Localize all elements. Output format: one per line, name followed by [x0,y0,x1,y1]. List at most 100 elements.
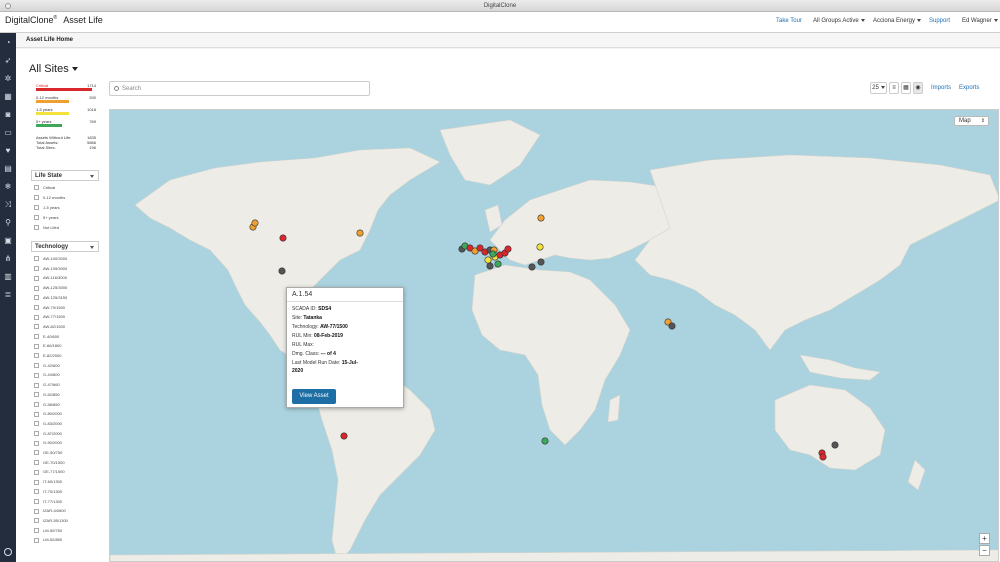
zoom-in-button[interactable]: + [979,533,990,544]
checkbox-box[interactable] [34,479,39,485]
checkbox-box[interactable] [34,304,39,310]
technology-checkbox[interactable]: AW-100/3000 [34,256,67,263]
checkbox-box[interactable] [34,353,39,359]
groups-dropdown[interactable]: All Groups Active [813,18,865,24]
technology-checkbox[interactable]: G-42/600 [34,363,60,370]
rocket-icon[interactable]: ➶ [4,57,12,65]
asset-marker[interactable] [537,258,545,266]
shuffle-icon[interactable]: ⤨ [4,201,12,209]
checkbox-box[interactable] [34,411,39,417]
cogs-icon[interactable]: ✲ [4,75,12,83]
checkbox-box[interactable] [34,215,39,221]
map-type-select[interactable]: Map ⇕ [954,116,989,126]
support-link[interactable]: Support [929,18,950,24]
asset-marker[interactable] [668,322,676,330]
checkbox-box[interactable] [34,205,39,211]
exports-link[interactable]: Exports [959,85,979,91]
checkbox-box[interactable] [34,498,39,504]
checkbox-box[interactable] [34,343,39,349]
settings-icon[interactable] [4,548,12,556]
list-view-button[interactable]: ≡ [889,82,899,94]
checkbox-box[interactable] [34,469,39,475]
asset-marker[interactable] [484,256,492,264]
org-dropdown[interactable]: Acciona Energy [873,18,922,24]
technology-checkbox[interactable]: G-87/2000 [34,431,62,438]
technology-checkbox[interactable]: G-44/600 [34,372,60,379]
checkbox-box[interactable] [34,314,39,320]
world-map[interactable]: Map ⇕ + − [109,109,999,562]
sitemap-icon[interactable]: ⋔ [4,255,12,263]
checkbox-box[interactable] [34,528,39,534]
brand-logo[interactable]: DigitalClone® Asset Life [5,15,103,25]
life-state-filter-header[interactable]: Life State [31,170,99,181]
camera-icon[interactable]: ◙ [4,111,12,119]
checkbox-box[interactable] [34,275,39,281]
bus-icon[interactable]: ▣ [4,237,12,245]
checkbox-box[interactable] [34,440,39,446]
technology-checkbox[interactable]: IT-60/1300 [34,479,62,486]
archive-icon[interactable]: ▤ [4,165,12,173]
technology-checkbox[interactable]: GE-50/750 [34,450,62,457]
technology-checkbox[interactable]: G-52/850 [34,392,60,399]
technology-checkbox[interactable]: IZAR-44/600 [34,508,66,515]
asset-marker[interactable] [279,234,287,242]
technology-checkbox[interactable]: E-40/600 [34,334,59,341]
checkbox-box[interactable] [34,431,39,437]
asset-marker[interactable] [340,432,348,440]
site-selector[interactable]: All Sites [29,63,78,75]
technology-checkbox[interactable]: IZAR-55/1300 [34,518,68,525]
map-view-button[interactable]: ◉ [913,82,923,94]
snowflake-icon[interactable]: ❄ [4,183,12,191]
technology-checkbox[interactable]: AW-70/1500 [34,305,65,312]
checkbox-box[interactable] [34,266,39,272]
technology-checkbox[interactable]: LM-50/750 [34,528,62,535]
wind-turbine-icon[interactable]: ⚲ [4,219,12,227]
asset-marker[interactable] [528,263,536,271]
life-state-checkbox[interactable]: Not Lifed [34,225,59,232]
life-state-checkbox[interactable]: Critical [34,185,55,192]
window-control-icon[interactable] [5,3,11,9]
checkbox-box[interactable] [34,295,39,301]
calculator-icon[interactable]: ▦ [4,93,12,101]
search-input[interactable]: Search [109,81,370,96]
checkbox-box[interactable] [34,225,39,231]
checkbox-box[interactable] [34,401,39,407]
asset-marker[interactable] [251,219,259,227]
technology-checkbox[interactable]: AW-82/1500 [34,324,65,331]
asset-marker[interactable] [819,453,827,461]
technology-checkbox[interactable]: E-66/1800 [34,343,61,350]
database-icon[interactable]: ≣ [4,291,12,299]
technology-checkbox[interactable]: G-83/2000 [34,421,62,428]
asset-marker[interactable] [278,267,286,275]
technology-filter-header[interactable]: Technology [31,241,99,252]
asset-marker[interactable] [494,260,502,268]
technology-checkbox[interactable]: AW-77/1500 [34,314,65,321]
asset-marker[interactable] [537,214,545,222]
technology-checkbox[interactable]: GE-77/1500 [34,469,65,476]
checkbox-box[interactable] [34,518,39,524]
checkbox-box[interactable] [34,392,39,398]
life-state-checkbox[interactable]: 0-12 months [34,195,65,202]
checkbox-box[interactable] [34,256,39,262]
checkbox-box[interactable] [34,421,39,427]
heartbeat-icon[interactable]: ♥ [4,147,12,155]
checkbox-box[interactable] [34,537,39,543]
checkbox-box[interactable] [34,372,39,378]
technology-checkbox[interactable]: G-58/850 [34,402,60,409]
user-menu[interactable]: Ed Wagner [962,18,998,24]
dashboard-icon[interactable]: ◔ [4,39,12,47]
technology-checkbox[interactable]: G-47/660 [34,382,60,389]
grid-view-button[interactable]: ▦ [901,82,911,94]
imports-link[interactable]: Imports [931,85,951,91]
checkbox-box[interactable] [34,460,39,466]
checkbox-box[interactable] [34,489,39,495]
asset-marker[interactable] [356,229,364,237]
technology-checkbox[interactable]: G-80/2000 [34,411,62,418]
asset-marker[interactable] [486,262,494,270]
technology-checkbox[interactable]: AW-125/3000 [34,285,67,292]
view-asset-button[interactable]: View Asset [292,389,336,404]
zoom-out-button[interactable]: − [979,545,990,556]
monitor-icon[interactable]: ▭ [4,129,12,137]
checkbox-box[interactable] [34,185,39,191]
asset-marker[interactable] [541,437,549,445]
